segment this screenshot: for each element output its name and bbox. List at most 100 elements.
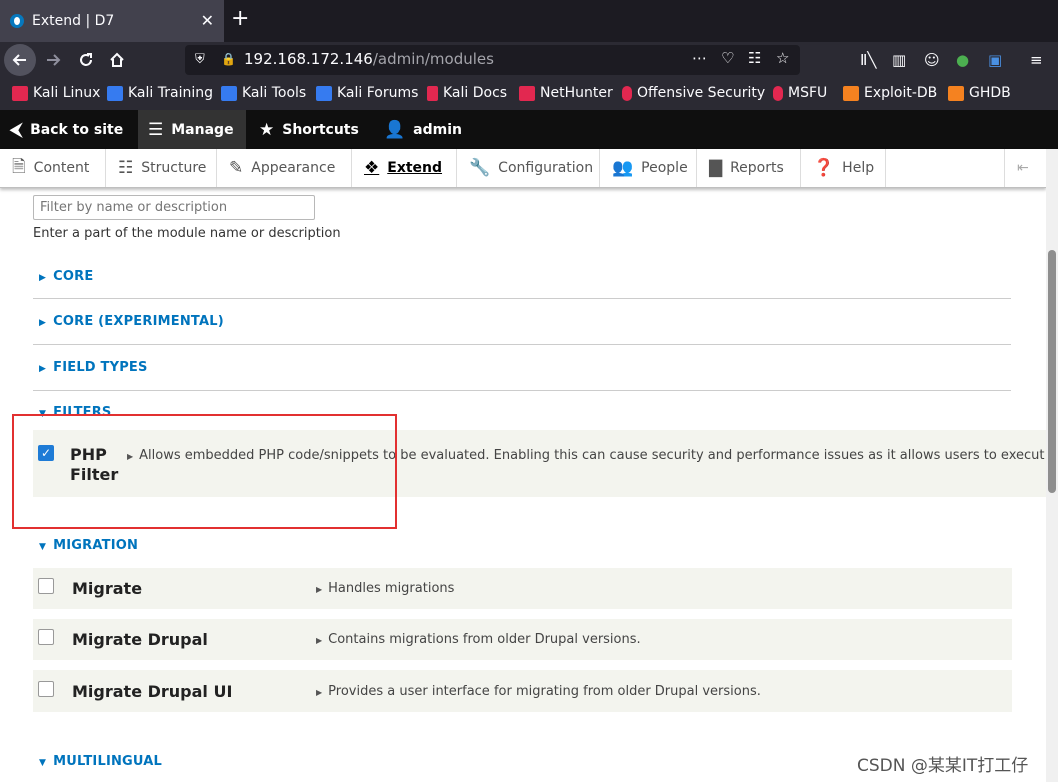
back-arrow-circle-icon: ⮜ [10, 119, 23, 140]
scrollbar-thumb[interactable] [1048, 250, 1056, 493]
bookmark-star-icon[interactable]: ☆ [776, 49, 789, 67]
bookmark-kali-docs[interactable]: Kali Docs [427, 85, 507, 101]
module-row-migrate: Migrate ▶ Handles migrations [33, 568, 1012, 609]
bookmark-kali-tools[interactable]: Kali Tools [221, 85, 306, 101]
sidebar-icon[interactable]: ▥ [892, 51, 906, 69]
arrow-right-icon [47, 54, 61, 66]
bookmark-label: Exploit-DB [864, 85, 938, 101]
bookmark-kali-linux[interactable]: Kali Linux [12, 85, 100, 101]
section-label: MULTILINGUAL [53, 754, 163, 769]
bookmark-kali-training[interactable]: Kali Training [107, 85, 213, 101]
bookmark-offensive-security[interactable]: Offensive Security [622, 85, 765, 101]
tab-title: Extend | D7 [32, 13, 115, 29]
description-text: Contains migrations from older Drupal ve… [328, 632, 641, 647]
address-bar[interactable]: ⛨ 🔒 192.168.172.146/admin/modules ⋯ ♡ ☷ … [185, 45, 800, 75]
insecure-lock-icon[interactable]: 🔒 [221, 52, 236, 66]
section-field-types[interactable]: ▶ FIELD TYPES [39, 360, 148, 375]
kali-icon [519, 85, 535, 101]
structure-icon: ☷ [118, 158, 134, 178]
library-icon[interactable]: Ⅱ╲ [860, 51, 876, 69]
migrate-drupal-ui-checkbox[interactable] [38, 681, 54, 697]
user-tab[interactable]: 👤 admin [384, 110, 462, 149]
tray-item-content[interactable]: 🗎 Content [0, 149, 106, 187]
puzzle-icon: ❖ [364, 158, 380, 178]
triangle-right-icon: ▶ [316, 688, 323, 697]
section-multilingual[interactable]: ▼ MULTILINGUAL [39, 754, 162, 769]
bookmark-label: Kali Training [128, 85, 213, 101]
kali-icon [316, 85, 332, 101]
bookmark-exploit-db[interactable]: Exploit-DB [843, 85, 937, 101]
triangle-right-icon: ▶ [39, 318, 47, 328]
hamburger-icon: ☰ [148, 119, 164, 140]
filter-hint: Enter a part of the module name or descr… [33, 226, 341, 241]
tray-label: People [641, 160, 688, 176]
account-icon[interactable]: ☺ [924, 51, 940, 69]
bookmark-kali-forums[interactable]: Kali Forums [316, 85, 418, 101]
forward-button[interactable] [38, 42, 68, 78]
ghdb-icon [948, 85, 964, 101]
shortcuts-tab[interactable]: ★ Shortcuts [259, 110, 359, 149]
section-core[interactable]: ▶ CORE [39, 269, 93, 284]
translate-icon[interactable]: ☷ [748, 49, 761, 67]
translate-extension-icon[interactable]: ▣ [988, 51, 1002, 69]
page-actions-icon[interactable]: ⋯ [692, 49, 707, 67]
bookmark-label: Kali Linux [33, 85, 101, 101]
migrate-drupal-checkbox[interactable] [38, 629, 54, 645]
browser-tab[interactable]: Extend | D7 ✕ [0, 0, 224, 42]
back-to-site-link[interactable]: ⮜ Back to site [10, 110, 123, 149]
tray-label: Help [842, 160, 875, 176]
highlight-annotation-box [12, 414, 397, 529]
url-host: 192.168.172.146 [244, 50, 373, 68]
triangle-down-icon: ▼ [39, 542, 47, 552]
drupal-favicon-icon [10, 14, 24, 28]
manage-tab[interactable]: ☰ Manage [138, 110, 246, 149]
triangle-right-icon: ▶ [39, 364, 47, 374]
tray-item-structure[interactable]: ☷ Structure [106, 149, 217, 187]
migrate-description[interactable]: ▶ Handles migrations [316, 581, 454, 596]
document-icon: 🗎 [12, 156, 26, 177]
reload-button[interactable] [71, 42, 101, 78]
user-icon: 👤 [384, 119, 406, 140]
pocket-icon[interactable]: ♡ [721, 49, 734, 67]
triangle-right-icon: ▶ [39, 273, 47, 283]
people-icon: 👥 [612, 158, 634, 178]
kali-icon [12, 85, 28, 101]
bookmark-nethunter[interactable]: NetHunter [519, 85, 613, 101]
migrate-checkbox[interactable] [38, 578, 54, 594]
section-label: FIELD TYPES [53, 360, 148, 375]
section-core-experimental[interactable]: ▶ CORE (EXPERIMENTAL) [39, 314, 224, 329]
migrate-name: Migrate [72, 579, 143, 598]
new-tab-button[interactable]: + [231, 8, 249, 30]
url-text: 192.168.172.146/admin/modules [244, 50, 494, 68]
migrate-drupal-ui-name: Migrate Drupal UI [72, 682, 233, 701]
menu-icon[interactable]: ≡ [1030, 51, 1043, 69]
bookmark-msfu[interactable]: MSFU [773, 85, 827, 101]
extension-icon[interactable]: ● [956, 51, 969, 69]
migrate-drupal-description[interactable]: ▶ Contains migrations from older Drupal v… [316, 632, 641, 647]
home-button[interactable] [102, 42, 132, 78]
module-filter-input[interactable] [33, 195, 315, 220]
modules-list: Enter a part of the module name or descr… [0, 188, 1046, 782]
orientation-toggle-button[interactable]: ⇤ [1004, 149, 1046, 187]
tray-item-reports[interactable]: ▇ Reports [697, 149, 801, 187]
tray-label: Configuration [498, 160, 594, 176]
tray-item-people[interactable]: 👥 People [600, 149, 697, 187]
section-migration[interactable]: ▼ MIGRATION [39, 538, 138, 553]
kali-icon [107, 85, 123, 101]
close-tab-icon[interactable]: ✕ [201, 11, 214, 30]
tray-item-configuration[interactable]: 🔧 Configuration [457, 149, 600, 187]
section-label: CORE [53, 269, 94, 284]
help-icon: ❓ [813, 158, 835, 178]
manage-label: Manage [171, 121, 234, 138]
migrate-drupal-ui-description[interactable]: ▶ Provides a user interface for migrating… [316, 684, 761, 699]
divider [33, 344, 1011, 345]
bookmark-label: GHDB [969, 85, 1011, 101]
module-row-migrate-drupal: Migrate Drupal ▶ Contains migrations from… [33, 619, 1012, 660]
browser-tab-bar: Extend | D7 ✕ + [0, 0, 1058, 42]
tray-item-help[interactable]: ❓ Help [801, 149, 886, 187]
tray-item-extend[interactable]: ❖ Extend [352, 149, 457, 187]
bookmark-ghdb[interactable]: GHDB [948, 85, 1011, 101]
tray-item-appearance[interactable]: ✎ Appearance [217, 149, 352, 187]
back-button[interactable] [4, 44, 36, 76]
description-text: Handles migrations [328, 581, 455, 596]
